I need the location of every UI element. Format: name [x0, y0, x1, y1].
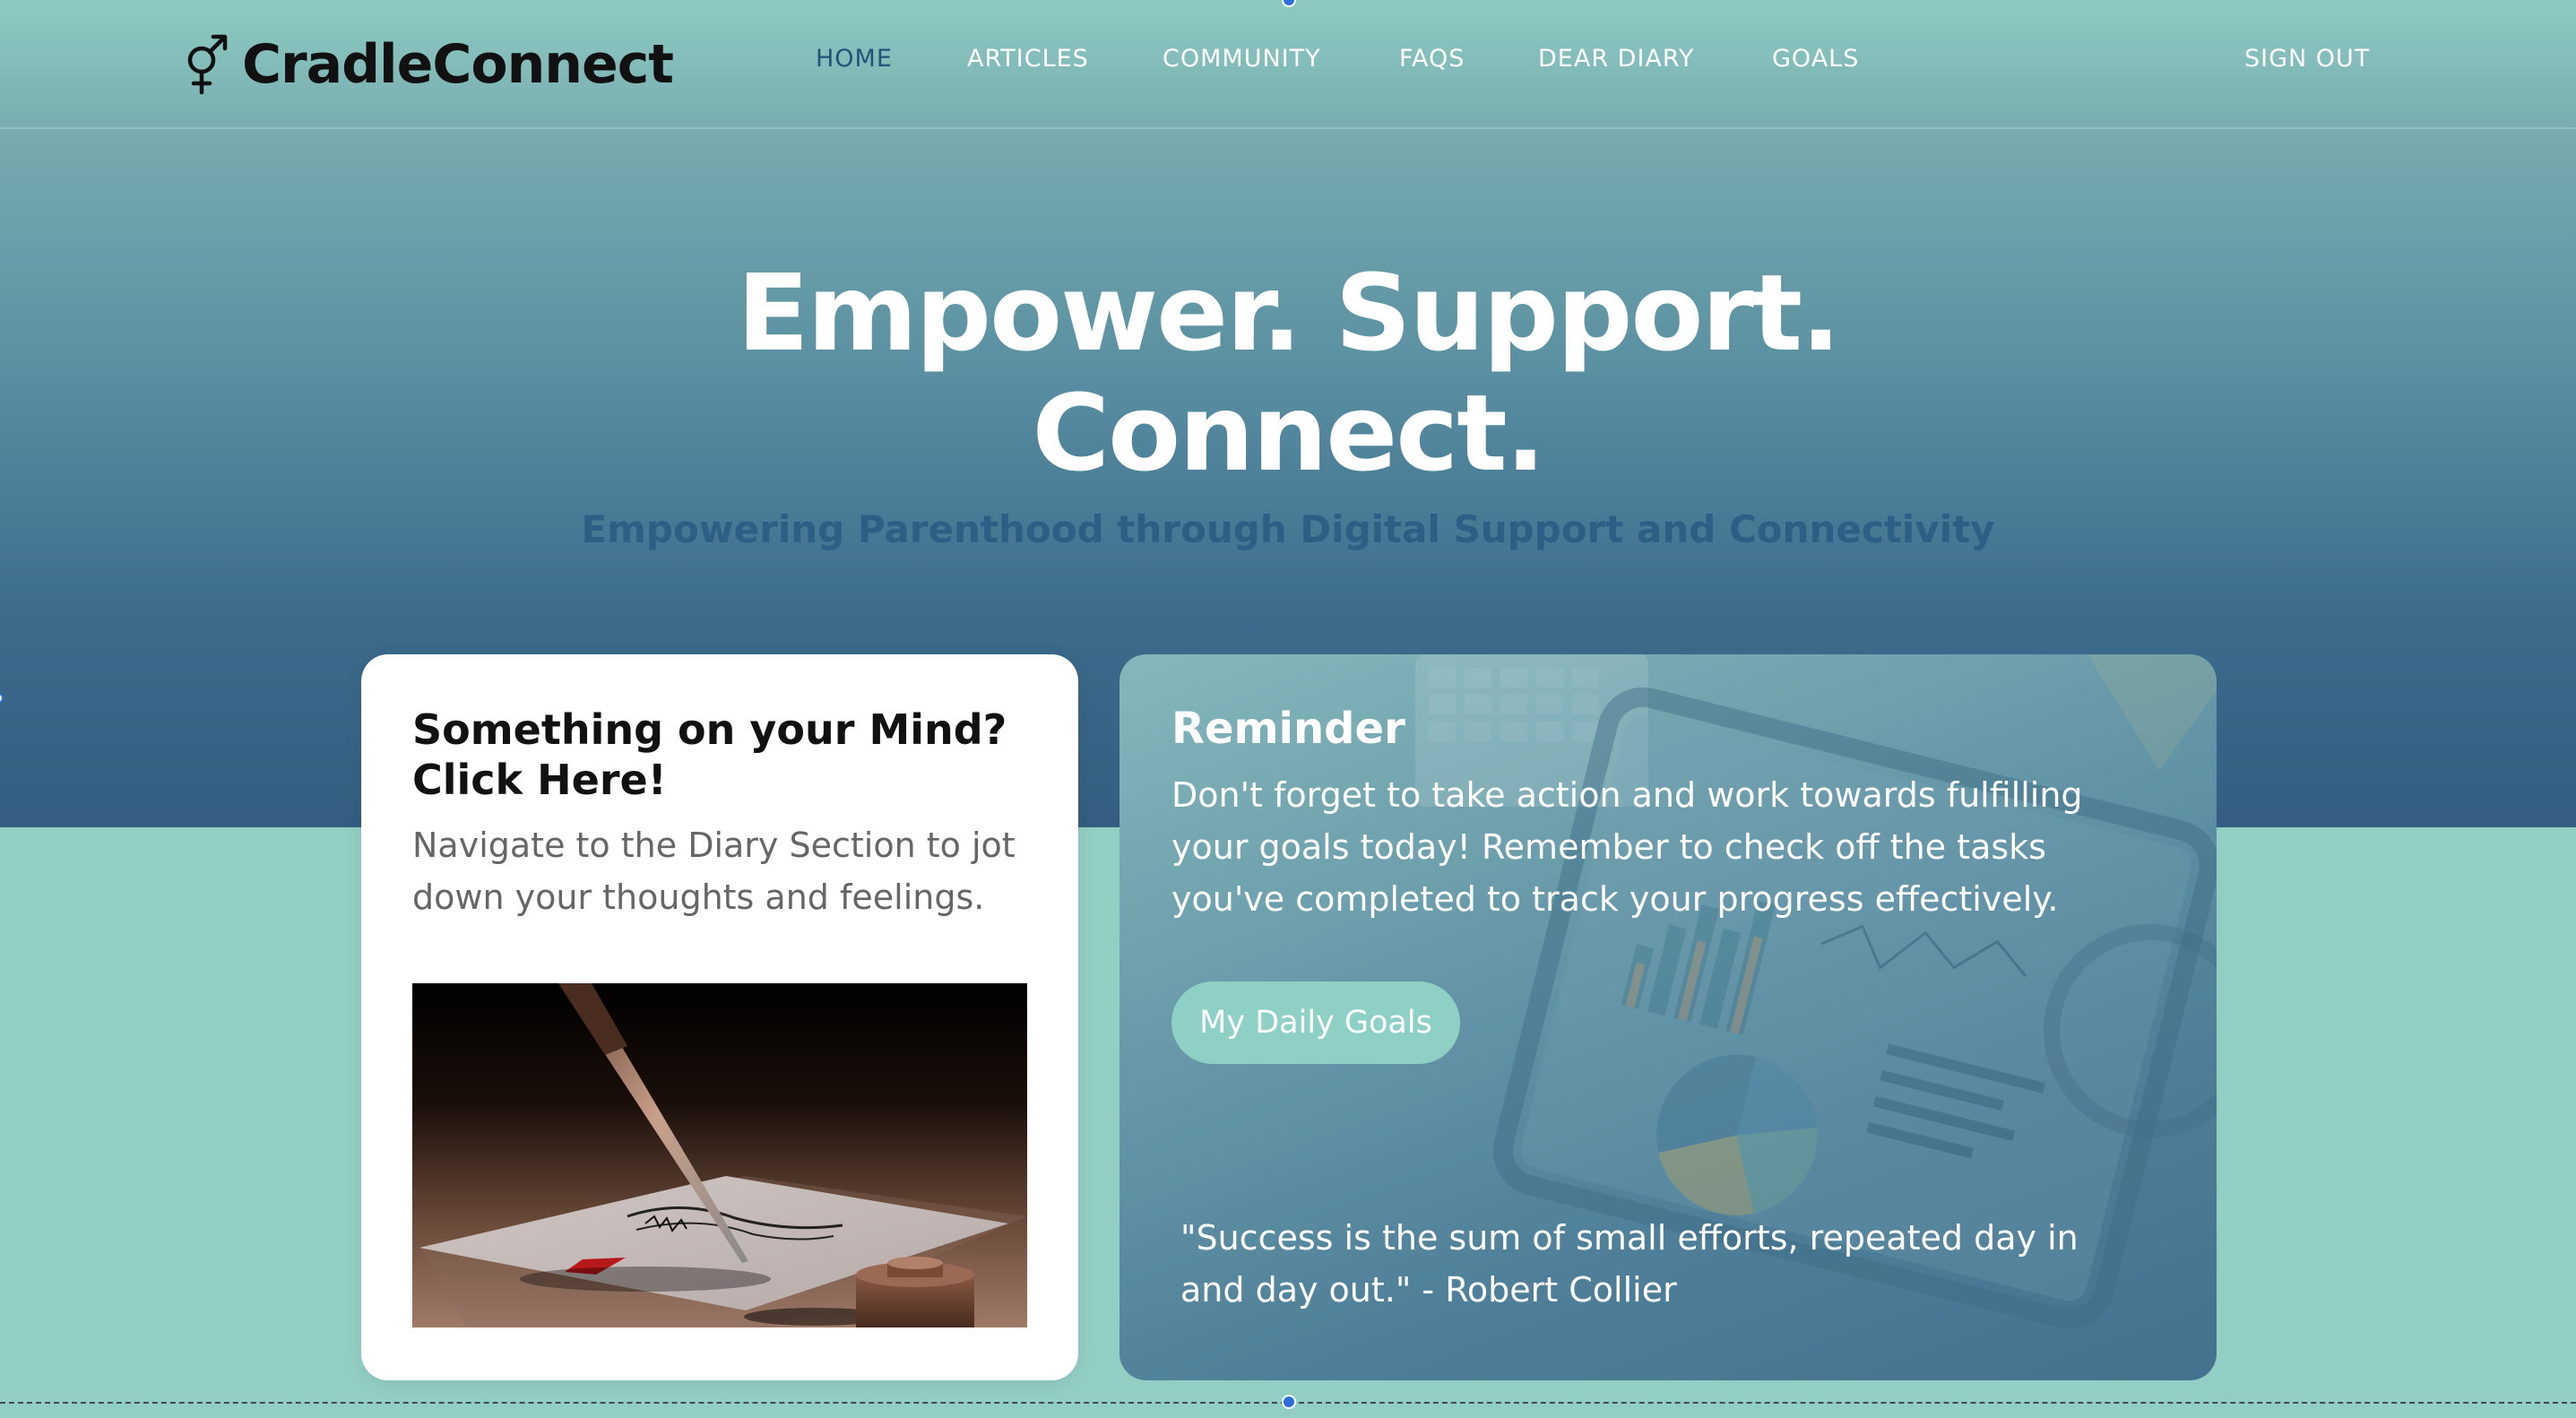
resize-handle-bottom[interactable] — [1282, 1395, 1296, 1409]
header: CradleConnect HOME ARTICLES COMMUNITY FA… — [0, 0, 2576, 129]
pen-writing-illustration — [412, 983, 1027, 1327]
brand-name: CradleConnect — [242, 33, 674, 96]
hero-title-line-2: Connect. — [1032, 371, 1546, 495]
diary-card-description: Navigate to the Diary Section to jot dow… — [412, 826, 1016, 917]
nav-item-faqs[interactable]: FAQS — [1399, 45, 1465, 73]
reminder-card: Reminder Don't forget to take action and… — [1119, 654, 2217, 1380]
diary-card-title[interactable]: Something on your Mind? Click Here! — [412, 705, 1040, 805]
brand-logo[interactable]: CradleConnect — [179, 30, 674, 99]
hero-subtitle: Empowering Parenthood through Digital Su… — [581, 507, 1995, 551]
nav-item-articles[interactable]: ARTICLES — [967, 45, 1089, 73]
reminder-title: Reminder — [1171, 704, 1405, 754]
pen-writing-image[interactable] — [412, 983, 1027, 1327]
sign-out-link[interactable]: SIGN OUT — [2244, 45, 2370, 73]
hero-title: Empower. Support. Connect. — [0, 253, 2576, 493]
gender-symbol-icon — [187, 34, 228, 95]
nav-item-community[interactable]: COMMUNITY — [1163, 45, 1321, 73]
hero-title-line-1: Empower. Support. — [737, 251, 1841, 375]
my-daily-goals-button[interactable]: My Daily Goals — [1171, 981, 1460, 1064]
motivational-quote: "Success is the sum of small efforts, re… — [1180, 1218, 2079, 1310]
reminder-text: Don't forget to take action and work tow… — [1171, 775, 2083, 919]
nav-item-dear-diary[interactable]: DEAR DIARY — [1538, 45, 1694, 73]
diary-card[interactable]: Something on your Mind? Click Here! Navi… — [361, 654, 1078, 1380]
page: CradleConnect HOME ARTICLES COMMUNITY FA… — [0, 0, 2576, 1418]
nav-item-home[interactable]: HOME — [816, 45, 893, 73]
nav-item-goals[interactable]: GOALS — [1772, 45, 1859, 73]
